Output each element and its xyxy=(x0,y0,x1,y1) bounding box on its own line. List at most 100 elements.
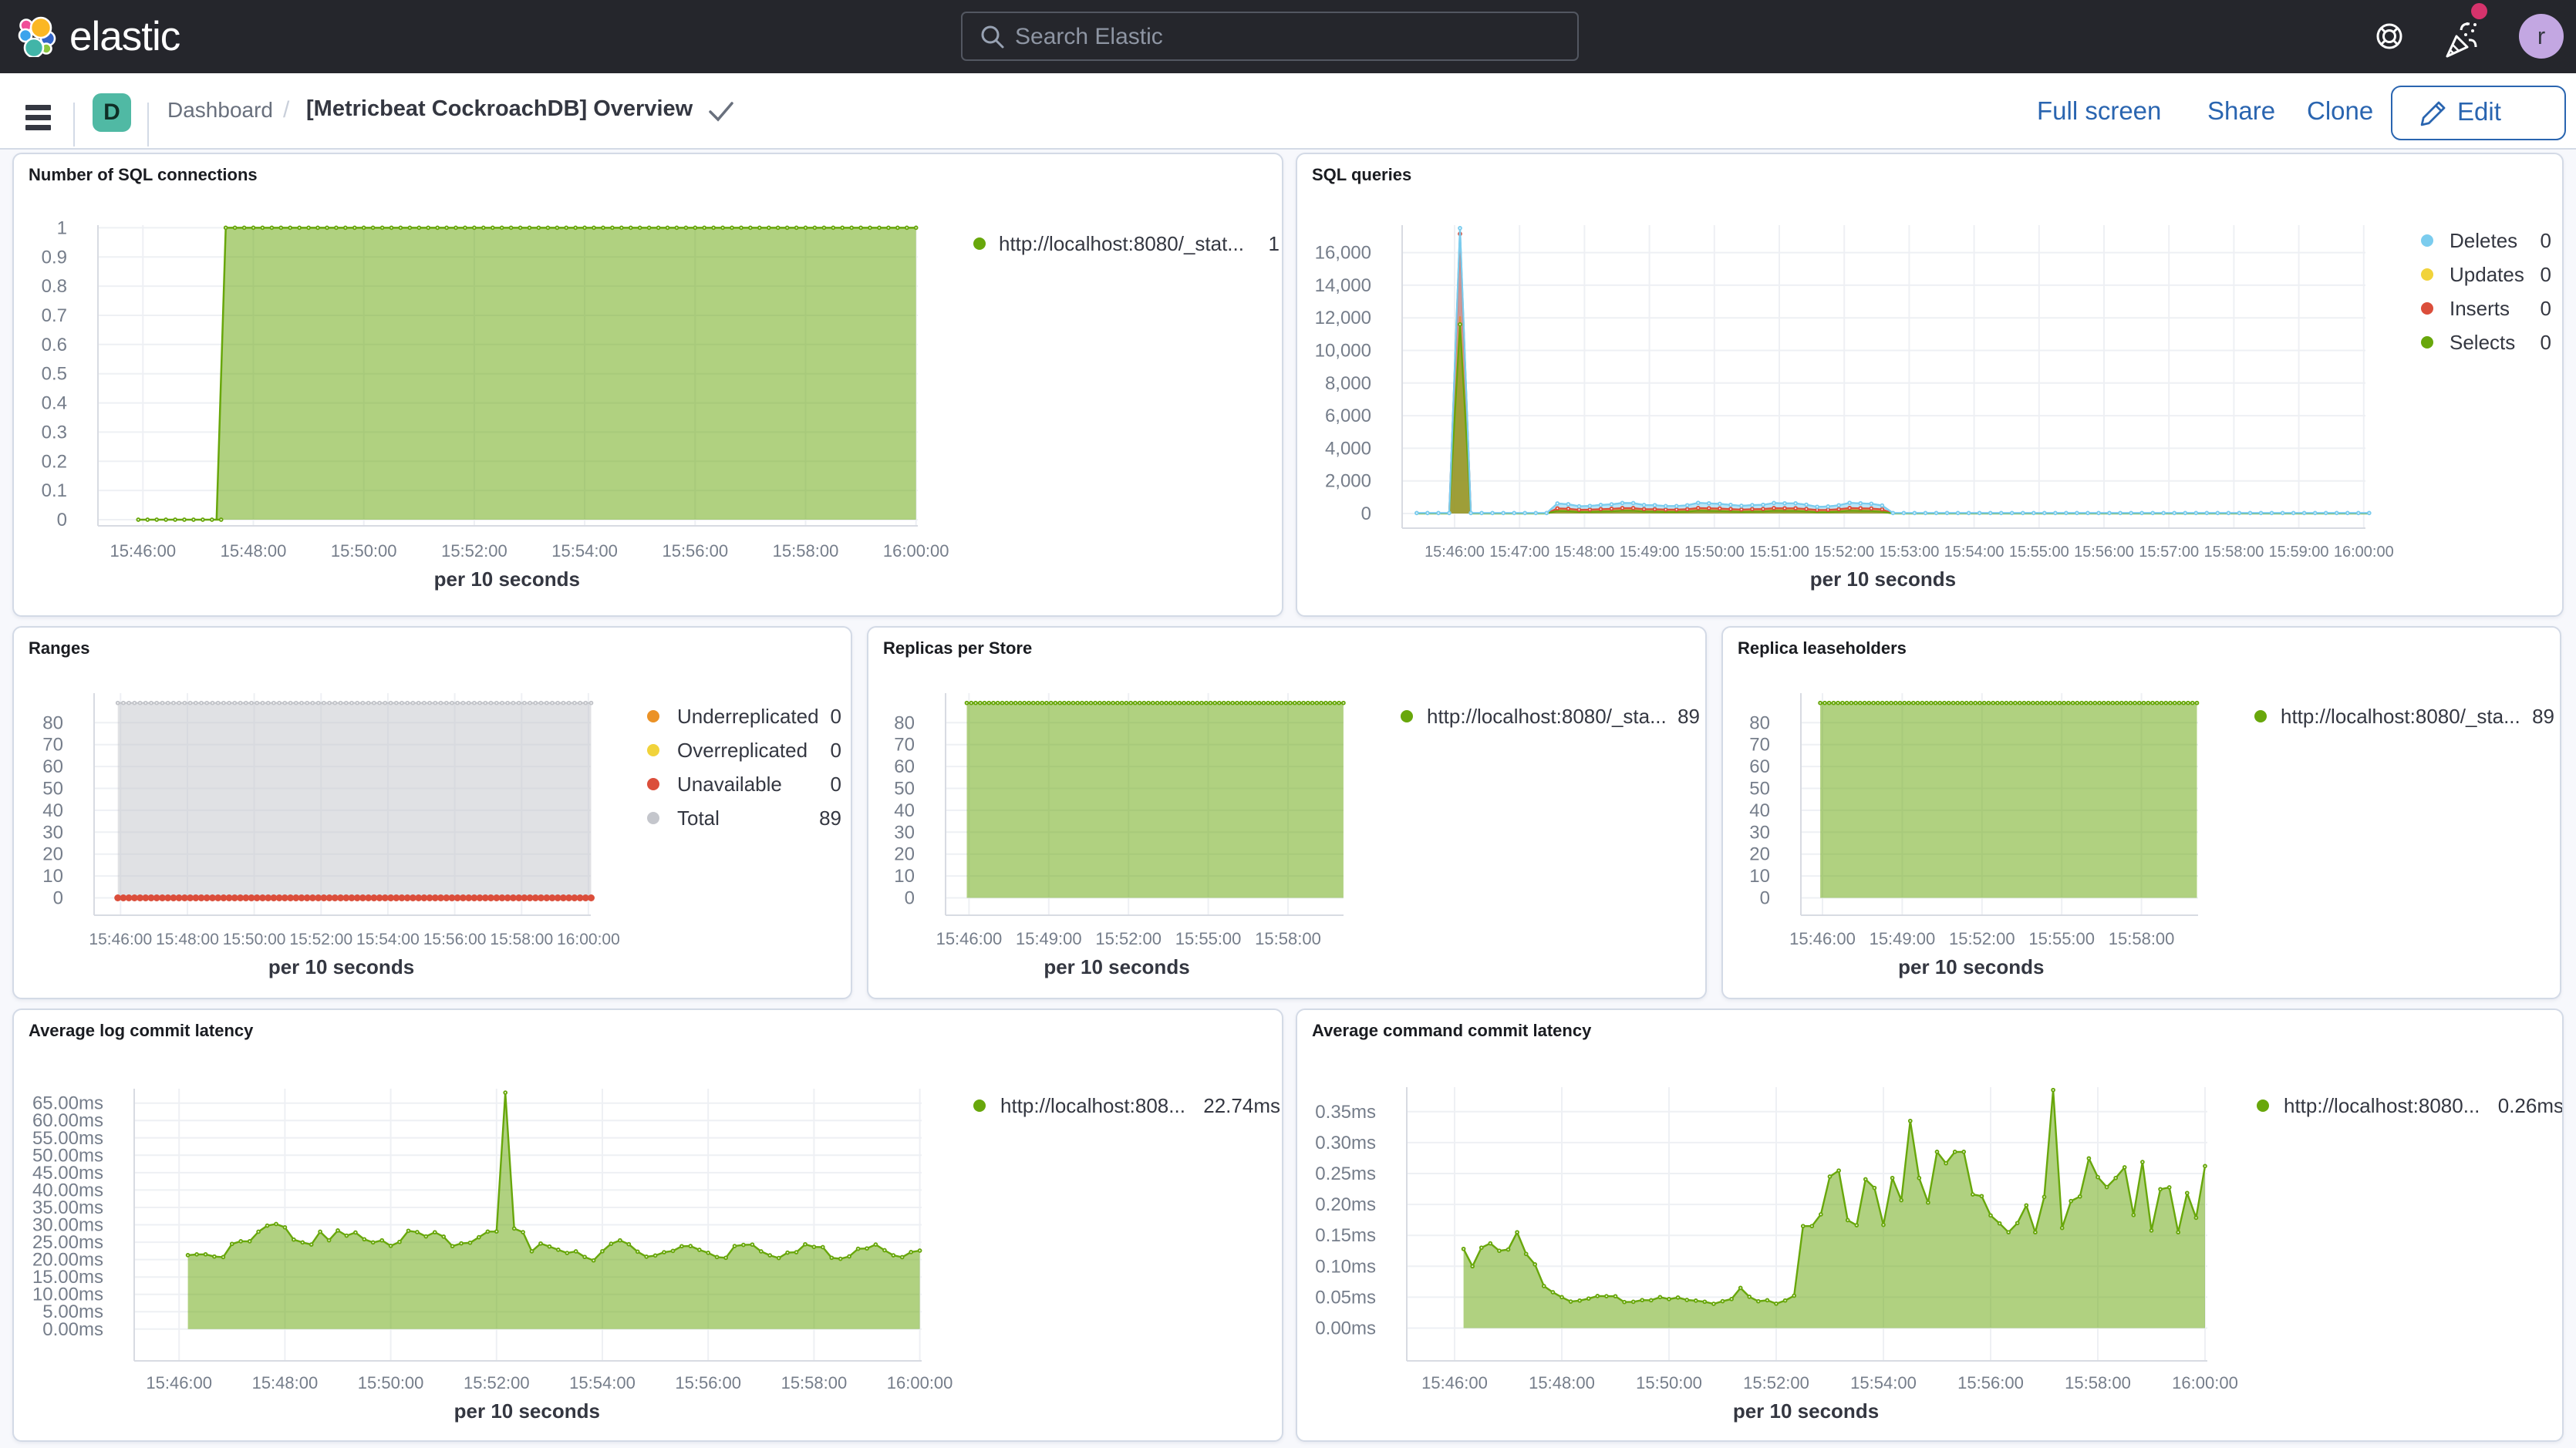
svg-text:2,000: 2,000 xyxy=(1325,471,1371,492)
svg-text:50: 50 xyxy=(894,779,915,800)
svg-text:15:55:00: 15:55:00 xyxy=(2009,544,2069,561)
svg-text:15:48:00: 15:48:00 xyxy=(221,541,287,561)
svg-text:http://localhost:8080/_sta...: http://localhost:8080/_sta... xyxy=(1427,705,1667,728)
svg-text:15:56:00: 15:56:00 xyxy=(2074,544,2134,561)
svg-text:20: 20 xyxy=(42,844,63,865)
svg-text:per 10 seconds: per 10 seconds xyxy=(1044,955,1189,978)
svg-text:15:50:00: 15:50:00 xyxy=(1684,544,1745,561)
svg-text:15:48:00: 15:48:00 xyxy=(156,931,219,948)
svg-text:http://localhost:8080/_stat...: http://localhost:8080/_stat... xyxy=(999,232,1244,255)
svg-text:15:46:00: 15:46:00 xyxy=(89,931,152,948)
svg-text:0.15ms: 0.15ms xyxy=(1315,1225,1376,1246)
svg-text:15:46:00: 15:46:00 xyxy=(1421,1373,1488,1392)
svg-text:15:58:00: 15:58:00 xyxy=(490,931,553,948)
svg-text:15:52:00: 15:52:00 xyxy=(464,1373,530,1392)
svg-text:0.35ms: 0.35ms xyxy=(1315,1102,1376,1123)
svg-text:0.25ms: 0.25ms xyxy=(1315,1163,1376,1184)
svg-text:89: 89 xyxy=(1677,705,1700,728)
svg-text:15:46:00: 15:46:00 xyxy=(146,1373,212,1392)
svg-text:15:56:00: 15:56:00 xyxy=(662,541,728,561)
svg-text:15:55:00: 15:55:00 xyxy=(2028,929,2095,948)
svg-text:60: 60 xyxy=(894,756,915,777)
svg-text:15:46:00: 15:46:00 xyxy=(936,929,1003,948)
svg-text:Unavailable: Unavailable xyxy=(677,773,782,796)
svg-text:16:00:00: 16:00:00 xyxy=(883,541,949,561)
svg-text:15:52:00: 15:52:00 xyxy=(1814,544,1874,561)
svg-text:15:49:00: 15:49:00 xyxy=(1016,929,1082,948)
svg-text:15:58:00: 15:58:00 xyxy=(773,541,839,561)
svg-text:15:56:00: 15:56:00 xyxy=(1957,1373,2024,1392)
svg-text:0: 0 xyxy=(831,705,841,728)
svg-text:20: 20 xyxy=(1749,844,1770,865)
svg-text:0.1: 0.1 xyxy=(42,480,67,501)
svg-text:0.6: 0.6 xyxy=(42,335,67,355)
svg-text:40: 40 xyxy=(894,800,915,821)
svg-text:15:49:00: 15:49:00 xyxy=(1620,544,1680,561)
svg-text:70: 70 xyxy=(1749,735,1770,756)
svg-text:89: 89 xyxy=(819,807,841,830)
svg-text:per 10 seconds: per 10 seconds xyxy=(1733,1399,1879,1423)
svg-text:http://localhost:8080/_sta...: http://localhost:8080/_sta... xyxy=(2281,705,2520,728)
svg-text:15:59:00: 15:59:00 xyxy=(2269,544,2329,561)
svg-text:16:00:00: 16:00:00 xyxy=(557,931,620,948)
svg-text:30: 30 xyxy=(1749,822,1770,843)
svg-text:16:00:00: 16:00:00 xyxy=(887,1373,953,1392)
svg-text:30: 30 xyxy=(894,822,915,843)
svg-text:0: 0 xyxy=(2541,263,2551,286)
svg-text:15:48:00: 15:48:00 xyxy=(1554,544,1614,561)
svg-text:60: 60 xyxy=(42,756,63,777)
svg-text:0.20ms: 0.20ms xyxy=(1315,1194,1376,1215)
svg-text:6,000: 6,000 xyxy=(1325,406,1371,426)
svg-text:15:54:00: 15:54:00 xyxy=(1944,544,2004,561)
svg-text:per 10 seconds: per 10 seconds xyxy=(1898,955,2044,978)
svg-text:16:00:00: 16:00:00 xyxy=(2334,544,2394,561)
svg-text:0: 0 xyxy=(2541,229,2551,252)
svg-text:15:48:00: 15:48:00 xyxy=(1529,1373,1595,1392)
svg-text:1: 1 xyxy=(1269,232,1280,255)
svg-text:per 10 seconds: per 10 seconds xyxy=(454,1399,600,1423)
svg-text:60: 60 xyxy=(1749,756,1770,777)
svg-text:0.3: 0.3 xyxy=(42,422,67,443)
svg-text:0.26ms: 0.26ms xyxy=(2498,1094,2562,1117)
svg-text:0.05ms: 0.05ms xyxy=(1315,1287,1376,1308)
svg-text:Overreplicated: Overreplicated xyxy=(677,739,808,762)
svg-text:14,000: 14,000 xyxy=(1315,275,1371,296)
svg-text:80: 80 xyxy=(894,712,915,733)
svg-text:Underreplicated: Underreplicated xyxy=(677,705,819,728)
svg-text:0: 0 xyxy=(831,773,841,796)
svg-text:0.7: 0.7 xyxy=(42,305,67,326)
svg-text:16:00:00: 16:00:00 xyxy=(2172,1373,2238,1392)
svg-text:15:54:00: 15:54:00 xyxy=(1850,1373,1917,1392)
svg-text:http://localhost:8080...: http://localhost:8080... xyxy=(2284,1094,2480,1117)
svg-text:0: 0 xyxy=(831,739,841,762)
svg-text:http://localhost:808...: http://localhost:808... xyxy=(1000,1094,1185,1117)
svg-text:15:52:00: 15:52:00 xyxy=(1949,929,2015,948)
svg-text:16,000: 16,000 xyxy=(1315,243,1371,264)
svg-text:50: 50 xyxy=(1749,779,1770,800)
svg-text:0: 0 xyxy=(57,510,67,530)
svg-text:15:52:00: 15:52:00 xyxy=(1095,929,1162,948)
svg-text:10,000: 10,000 xyxy=(1315,341,1371,362)
svg-text:4,000: 4,000 xyxy=(1325,438,1371,459)
svg-text:30: 30 xyxy=(42,822,63,843)
svg-text:0.30ms: 0.30ms xyxy=(1315,1133,1376,1153)
svg-text:15:58:00: 15:58:00 xyxy=(2203,544,2264,561)
svg-text:40: 40 xyxy=(42,800,63,821)
svg-text:15:52:00: 15:52:00 xyxy=(441,541,507,561)
svg-text:Inserts: Inserts xyxy=(2450,297,2510,320)
svg-text:15:58:00: 15:58:00 xyxy=(2065,1373,2131,1392)
svg-text:15:50:00: 15:50:00 xyxy=(358,1373,424,1392)
svg-text:0.9: 0.9 xyxy=(42,247,67,268)
svg-text:89: 89 xyxy=(2532,705,2554,728)
svg-text:22.74ms: 22.74ms xyxy=(1203,1094,1280,1117)
svg-text:per 10 seconds: per 10 seconds xyxy=(1810,567,1956,591)
svg-text:Updates: Updates xyxy=(2450,263,2524,286)
svg-text:0: 0 xyxy=(2541,297,2551,320)
svg-text:0.8: 0.8 xyxy=(42,276,67,297)
svg-text:15:52:00: 15:52:00 xyxy=(289,931,352,948)
svg-text:15:50:00: 15:50:00 xyxy=(331,541,397,561)
svg-text:70: 70 xyxy=(42,735,63,756)
svg-text:15:46:00: 15:46:00 xyxy=(110,541,176,561)
svg-text:80: 80 xyxy=(42,712,63,733)
svg-text:15:51:00: 15:51:00 xyxy=(1749,544,1809,561)
